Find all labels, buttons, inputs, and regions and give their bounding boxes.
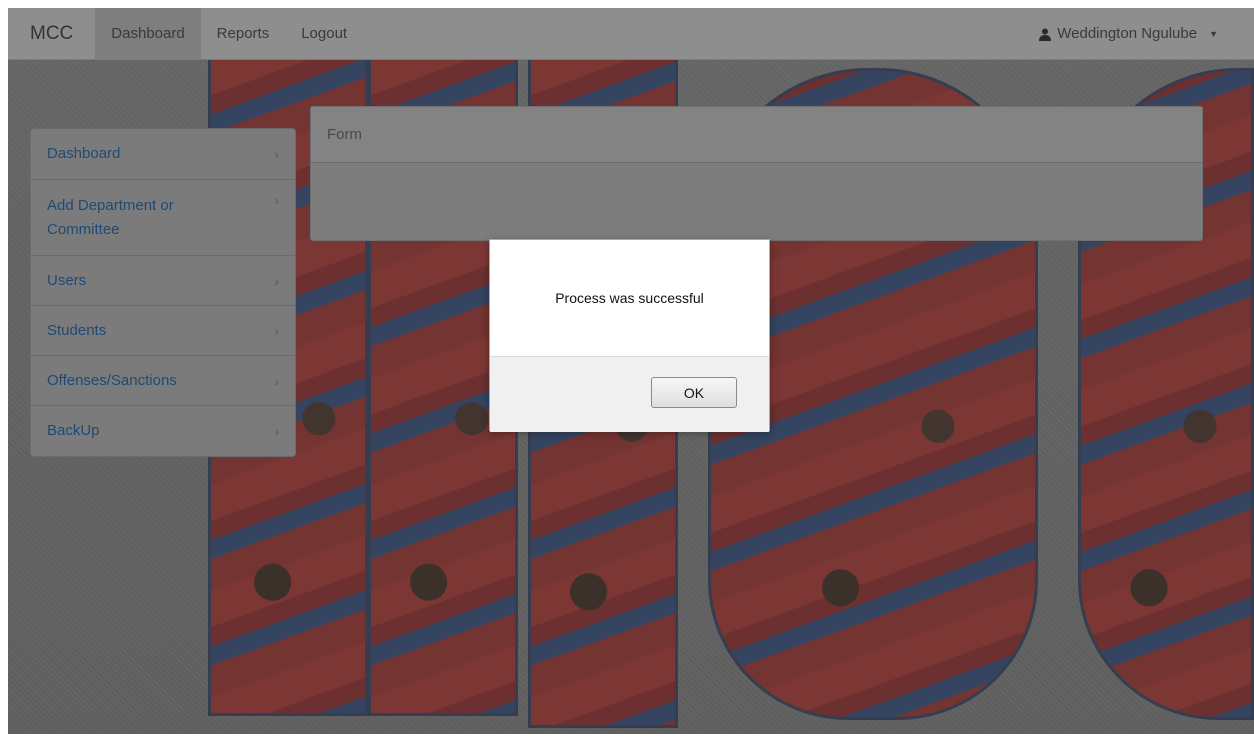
user-name: Weddington Ngulube bbox=[1057, 25, 1198, 42]
sidebar-item-label: Offenses/Sanctions bbox=[47, 371, 177, 389]
sidebar-item-students[interactable]: Students › bbox=[31, 306, 295, 356]
nav-reports[interactable]: Reports bbox=[201, 8, 286, 60]
chevron-right-icon: › bbox=[274, 192, 279, 208]
chevron-right-icon: › bbox=[274, 423, 279, 439]
sidebar-item-label: Add Department or Committee bbox=[47, 196, 174, 238]
dialog-message: Process was successful bbox=[555, 290, 704, 306]
chevron-right-icon: › bbox=[274, 146, 279, 162]
top-navbar: MCC Dashboard Reports Logout Weddington … bbox=[8, 8, 1254, 60]
nav-dashboard[interactable]: Dashboard bbox=[95, 8, 201, 60]
sidebar-item-backup[interactable]: BackUp › bbox=[31, 406, 295, 456]
chevron-down-icon: ▼ bbox=[1209, 29, 1218, 39]
sidebar-item-label: BackUp bbox=[47, 422, 100, 439]
sidebar-menu: Dashboard › Add Department or Committee … bbox=[30, 128, 296, 457]
sidebar-item-offenses[interactable]: Offenses/Sanctions › bbox=[31, 356, 295, 406]
panel-title: Form bbox=[311, 107, 1202, 163]
sidebar-item-add-department[interactable]: Add Department or Committee › bbox=[31, 180, 295, 256]
sidebar-item-label: Users bbox=[47, 271, 87, 289]
form-panel: Form bbox=[310, 106, 1203, 241]
sidebar-item-label: Dashboard bbox=[47, 145, 121, 162]
app-window: MCC Dashboard Reports Logout Weddington … bbox=[8, 8, 1254, 734]
brand-logo[interactable]: MCC bbox=[8, 8, 95, 60]
sidebar-item-label: Students bbox=[47, 321, 107, 339]
ok-button[interactable]: OK bbox=[651, 377, 737, 408]
sidebar-item-dashboard[interactable]: Dashboard › bbox=[31, 129, 295, 180]
chevron-right-icon: › bbox=[274, 322, 279, 339]
chevron-right-icon: › bbox=[274, 372, 279, 389]
nav-logout[interactable]: Logout bbox=[285, 8, 363, 60]
user-icon bbox=[1039, 28, 1052, 41]
dialog-footer: OK bbox=[490, 356, 769, 432]
sidebar-item-users[interactable]: Users › bbox=[31, 256, 295, 306]
user-menu[interactable]: Weddington Ngulube ▼ bbox=[1039, 8, 1218, 60]
alert-dialog: Process was successful OK bbox=[489, 239, 770, 432]
chevron-right-icon: › bbox=[274, 272, 279, 289]
